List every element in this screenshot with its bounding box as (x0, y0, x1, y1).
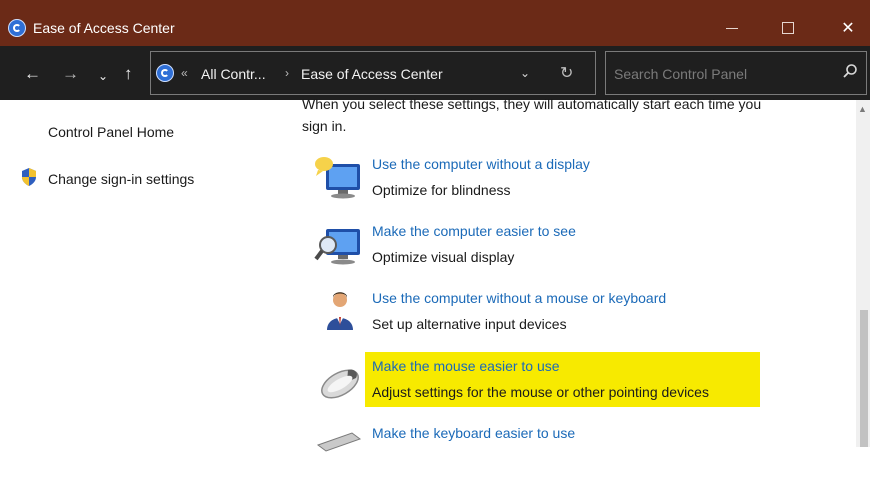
scrollbar-thumb[interactable] (860, 310, 868, 447)
task-title-mouse-easier[interactable]: Make the mouse easier to use (372, 358, 560, 374)
narrator-monitor-icon (315, 157, 360, 199)
back-button[interactable]: ← (24, 64, 41, 84)
search-icon[interactable] (842, 63, 858, 79)
person-speech-icon (327, 292, 353, 330)
ease-of-access-icon (8, 19, 26, 37)
uac-shield-icon (22, 168, 36, 186)
minimize-icon (726, 27, 738, 29)
scroll-up-icon[interactable]: ▲ (858, 104, 867, 114)
task-without-display: Use the computer without a display Optim… (310, 156, 850, 220)
close-button[interactable]: ✕ (828, 10, 868, 46)
control-panel-home-link[interactable]: Control Panel Home (48, 124, 174, 140)
change-sign-in-settings-link[interactable]: Change sign-in settings (48, 171, 194, 187)
task-desc-mouse-easier: Adjust settings for the mouse or other p… (372, 384, 709, 400)
window-title: Ease of Access Center (33, 20, 175, 36)
task-desc-easier-to-see: Optimize visual display (372, 249, 515, 265)
maximize-icon (782, 22, 794, 34)
task-mouse-easier: Make the mouse easier to use Adjust sett… (310, 358, 850, 422)
magnifier-monitor-icon (314, 229, 360, 265)
task-title-without-mouse-keyboard[interactable]: Use the computer without a mouse or keyb… (372, 290, 666, 306)
mouse-icon (321, 369, 359, 399)
breadcrumb-all-control-panel[interactable]: All Contr... (201, 66, 266, 82)
keyboard-icon (316, 432, 362, 452)
forward-button[interactable]: → (62, 64, 79, 84)
up-button[interactable]: ↑ (124, 64, 133, 84)
refresh-button[interactable]: ↻ (560, 63, 573, 83)
breadcrumb-overflow[interactable]: « (181, 66, 188, 80)
task-title-without-display[interactable]: Use the computer without a display (372, 156, 590, 172)
recent-locations-button[interactable]: ⌄ (98, 66, 108, 86)
task-desc-without-display: Optimize for blindness (372, 182, 511, 198)
intro-text-line-2: sign in. (302, 118, 347, 134)
task-keyboard-easier: Make the keyboard easier to use (310, 425, 850, 489)
breadcrumb-separator[interactable]: › (285, 66, 289, 80)
search-placeholder: Search Control Panel (614, 66, 748, 82)
task-desc-without-mouse-keyboard: Set up alternative input devices (372, 316, 567, 332)
task-without-mouse-keyboard: Use the computer without a mouse or keyb… (310, 290, 850, 354)
task-title-keyboard-easier[interactable]: Make the keyboard easier to use (372, 425, 575, 441)
breadcrumb-ease-of-access[interactable]: Ease of Access Center (301, 66, 443, 82)
minimize-button[interactable] (712, 10, 752, 46)
task-easier-to-see: Make the computer easier to see Optimize… (310, 223, 850, 287)
task-title-easier-to-see[interactable]: Make the computer easier to see (372, 223, 576, 239)
address-dropdown-button[interactable]: ⌄ (520, 66, 530, 80)
ease-of-access-location-icon (156, 64, 174, 82)
maximize-button[interactable] (768, 10, 808, 46)
intro-text-line-1: When you select these settings, they wil… (302, 96, 762, 112)
